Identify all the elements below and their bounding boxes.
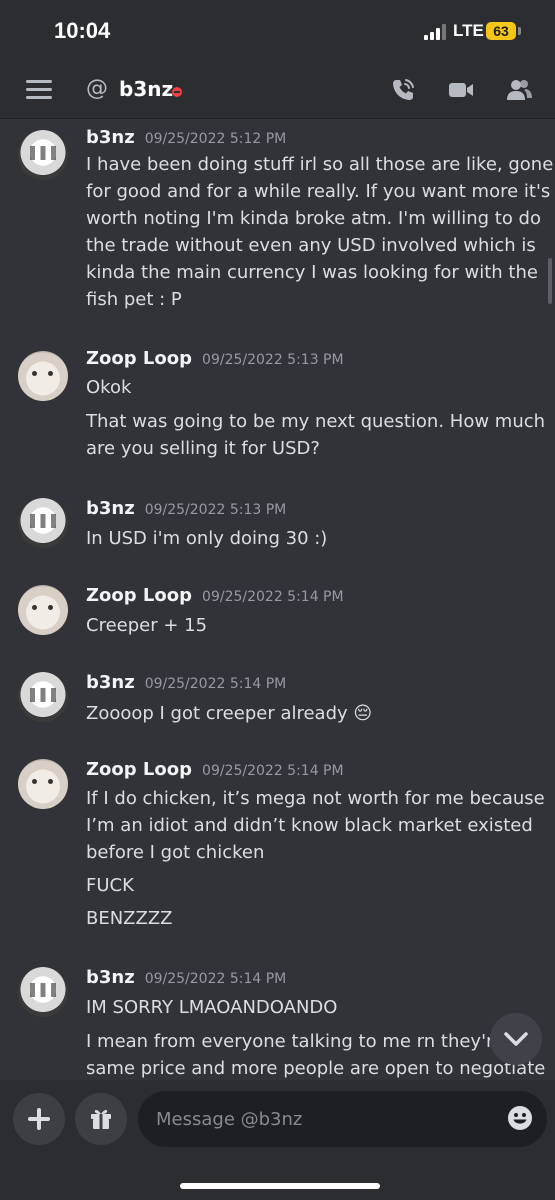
timestamp: 09/25/2022 5:14 PM (144, 676, 287, 692)
username[interactable]: b3nz (86, 672, 135, 693)
timestamp: 09/25/2022 5:14 PM (144, 971, 287, 987)
page-title[interactable]: b3nz (119, 77, 173, 101)
message-line: That was going to be my next question. H… (86, 411, 546, 432)
message-header: Zoop Loop 09/25/2022 5:14 PM (86, 759, 344, 780)
message-line: BENZZZZ (86, 908, 173, 929)
message-line: Creeper + 15 (86, 615, 208, 636)
avatar[interactable] (18, 585, 68, 635)
message-composer (0, 1080, 555, 1200)
message-line: kinda the main currency I was looking fo… (86, 262, 538, 283)
username[interactable]: b3nz (86, 967, 135, 988)
hamburger-menu-icon[interactable] (26, 80, 52, 100)
network-type: LTE (453, 21, 484, 40)
message-line: I have been doing stuff irl so all those… (86, 154, 554, 175)
timestamp: 09/25/2022 5:14 PM (202, 763, 344, 779)
message-header: b3nz 09/25/2022 5:14 PM (86, 672, 286, 693)
timestamp: 09/25/2022 5:13 PM (144, 502, 287, 518)
video-camera-icon[interactable] (447, 76, 475, 104)
add-attachment-button[interactable] (13, 1093, 65, 1145)
avatar[interactable] (18, 351, 68, 401)
username[interactable]: b3nz (86, 127, 135, 148)
message-line: In USD i'm only doing 30 :) (86, 528, 328, 549)
message-line: are you selling it for USD? (86, 438, 320, 459)
avatar[interactable] (18, 672, 68, 722)
do-not-disturb-status-icon (172, 87, 182, 97)
message-line: IM SORRY LMAOANDOANDO (86, 997, 338, 1018)
members-icon[interactable] (505, 76, 533, 104)
message-line: same price and more people are open to n… (86, 1058, 546, 1079)
username[interactable]: Zoop Loop (86, 348, 192, 369)
username[interactable]: Zoop Loop (86, 759, 192, 780)
gift-button[interactable] (75, 1093, 127, 1145)
jump-to-bottom-button[interactable] (490, 1013, 542, 1065)
username[interactable]: b3nz (86, 498, 135, 519)
message-line: before I got chicken (86, 842, 265, 863)
home-indicator (180, 1183, 380, 1189)
avatar[interactable] (18, 498, 68, 548)
battery-icon: 63 (486, 22, 516, 40)
gift-icon (91, 1109, 111, 1129)
message-header: b3nz 09/25/2022 5:12 PM (86, 127, 286, 148)
avatar[interactable] (18, 130, 68, 180)
at-icon: @ (86, 76, 108, 101)
status-bar: 10:04 LTE 63 (0, 0, 555, 62)
message-line: If I do chicken, it’s mega not worth for… (86, 788, 545, 809)
message-header: b3nz 09/25/2022 5:13 PM (86, 498, 286, 519)
message-list[interactable]: b3nz 09/25/2022 5:12 PM I have been doing… (0, 119, 555, 1080)
message-line: for good and for a while really. If you … (86, 181, 551, 202)
username[interactable]: Zoop Loop (86, 585, 192, 606)
phone-call-icon[interactable] (389, 76, 417, 104)
message-line: I mean from everyone talking to me rn th… (86, 1031, 515, 1052)
avatar[interactable] (18, 759, 68, 809)
message-line: the trade without even any USD involved … (86, 235, 536, 256)
message-header: Zoop Loop 09/25/2022 5:14 PM (86, 585, 344, 606)
message-line: Zoooop I got creeper already 😔 (86, 703, 373, 724)
message-header: b3nz 09/25/2022 5:14 PM (86, 967, 286, 988)
timestamp: 09/25/2022 5:14 PM (202, 589, 344, 605)
status-time: 10:04 (54, 18, 111, 43)
timestamp: 09/25/2022 5:12 PM (144, 131, 287, 147)
emoji-icon[interactable] (506, 1104, 534, 1132)
chevron-down-icon (504, 1032, 528, 1046)
battery-nub (518, 27, 521, 35)
message-input[interactable] (138, 1091, 547, 1147)
message-line: Okok (86, 377, 132, 398)
message-line: FUCK (86, 875, 134, 896)
avatar[interactable] (18, 967, 68, 1017)
timestamp: 09/25/2022 5:13 PM (202, 352, 344, 368)
cellular-signal-icon (424, 24, 446, 40)
scrollbar[interactable] (548, 258, 552, 304)
message-line: fish pet : P (86, 289, 182, 310)
message-line: I’m an idiot and didn’t know black marke… (86, 815, 533, 836)
plus-icon-bar (28, 1117, 50, 1121)
message-line: worth noting I'm kinda broke atm. I'm wi… (86, 208, 541, 229)
message-header: Zoop Loop 09/25/2022 5:13 PM (86, 348, 344, 369)
channel-header: @ b3nz (0, 62, 555, 119)
